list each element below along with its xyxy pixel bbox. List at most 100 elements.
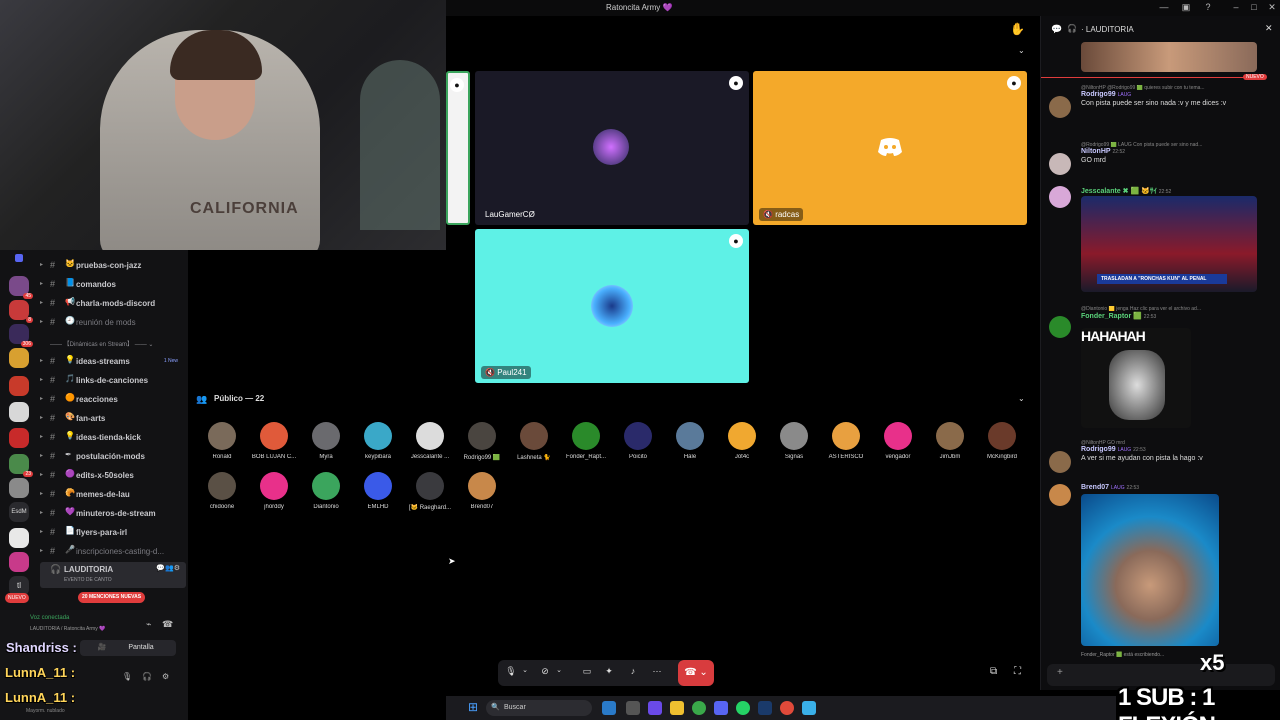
taskbar-app-icon[interactable] [780, 701, 794, 715]
category-label[interactable]: —— 【Dinámicas en Stream】 —— ⌄ [50, 339, 190, 348]
server-icon[interactable] [9, 402, 29, 422]
chat-image[interactable]: TRASLADAN A "RONCHAS KUN" AL PENAL [1081, 196, 1257, 292]
taskbar-app-icon[interactable] [626, 701, 640, 715]
channel-item[interactable]: ▸ # 🟠 reacciones [40, 392, 186, 408]
channel-item[interactable]: ▸ # 🥐 memes-de-lau [40, 487, 186, 503]
home-icon[interactable] [15, 254, 23, 262]
settings-icon[interactable]: ⚙ [162, 672, 169, 681]
audience-member[interactable]: jhorddy [248, 472, 300, 510]
window-minimize-button[interactable]: – [1230, 2, 1242, 14]
channel-item[interactable]: ▸ # 📘 comandos [40, 277, 186, 293]
chat-input[interactable]: + [1047, 664, 1275, 686]
server-icon[interactable] [9, 348, 29, 368]
chevron-down-icon[interactable]: ⌄ [518, 666, 532, 680]
mic-icon[interactable]: 🎙 [504, 666, 518, 680]
chevron-down-icon[interactable]: ⌄ [552, 666, 566, 680]
raise-hand-icon[interactable]: ✋ [1010, 22, 1025, 36]
chrome-icon[interactable] [692, 701, 706, 715]
camera-off-icon[interactable]: ⊘ [538, 666, 552, 680]
window-maximize-button[interactable]: □ [1248, 2, 1260, 14]
more-icon[interactable]: ⋯ [650, 666, 664, 680]
screen-share-icon[interactable]: ▭ [580, 666, 594, 680]
fullscreen-icon[interactable]: ⛶ [1014, 666, 1021, 677]
audience-member[interactable]: Hale [664, 422, 716, 460]
steam-icon[interactable] [758, 701, 772, 715]
collapse-audience-icon[interactable]: ⌄ [1018, 394, 1025, 403]
audience-member[interactable]: vengador [872, 422, 924, 460]
audience-member[interactable]: Signas [768, 422, 820, 460]
server-icon[interactable] [9, 428, 29, 448]
audience-member[interactable]: Rodrigo99 🟩 [456, 422, 508, 461]
mic-icon[interactable]: 🎙 [122, 672, 132, 681]
folder-icon[interactable] [670, 701, 684, 715]
activity-icon[interactable]: ✦ [602, 666, 616, 680]
audience-member[interactable]: Jesscalante ... [404, 422, 456, 460]
windows-start-icon[interactable]: ⊞ [468, 700, 478, 714]
server-icon[interactable]: 23 [9, 454, 33, 477]
channel-item[interactable]: ▸ # 📄 flyers-para-irl [40, 525, 186, 541]
add-icon[interactable]: + [1057, 667, 1063, 678]
taskbar-search[interactable]: 🔍 Buscar [486, 700, 592, 716]
audience-member[interactable]: [🐱 Raeghard... [404, 472, 456, 511]
audience-member[interactable]: Lashneta 🐈 [508, 422, 560, 461]
channel-item[interactable]: ▸ # 💜 minuteros-de-stream [40, 506, 186, 522]
audience-member[interactable]: EMLHD [352, 472, 404, 510]
channel-settings-icon[interactable]: 💬👥⚙ [156, 564, 180, 572]
whatsapp-icon[interactable] [736, 701, 750, 715]
audience-member[interactable]: chidoone [196, 472, 248, 510]
close-chat-icon[interactable]: ✕ [1265, 23, 1273, 34]
server-icon[interactable] [9, 478, 29, 498]
chevron-down-icon[interactable]: ⌄ [1018, 46, 1025, 55]
channel-item[interactable]: ▸ # 🎨 fan-arts [40, 411, 186, 427]
audience-member[interactable]: Brend07 [456, 472, 508, 510]
tile-options-icon[interactable]: ● [1007, 76, 1021, 90]
channel-item[interactable]: ▸ # 🎵 links-de-canciones [40, 373, 186, 389]
server-icon[interactable] [9, 552, 29, 572]
stage-tile[interactable]: ● 🔇 radcas [753, 71, 1027, 225]
server-icon[interactable]: 45 [9, 276, 33, 299]
taskbar-app-icon[interactable] [602, 701, 616, 715]
channel-item[interactable]: ▸ # 💡 ideas-tienda-kick [40, 430, 186, 446]
chat-image[interactable] [1081, 42, 1257, 72]
active-voice-channel[interactable]: 🎧 LAUDITORIA EVENTO DE CANTO 💬👥⚙ [40, 562, 186, 588]
channel-item[interactable]: ▸ # 📢 charla-mods-discord [40, 296, 186, 312]
server-icon[interactable] [9, 528, 29, 548]
stage-tile[interactable]: ● LauGamerCØ [475, 71, 749, 225]
audience-member[interactable]: Jot4c [716, 422, 768, 460]
channel-item[interactable]: ▸ # 🕘 reunión de mods [40, 315, 186, 331]
soundboard-icon[interactable]: ♪ [626, 666, 640, 680]
tile-options-icon[interactable]: ● [729, 76, 743, 90]
disconnect-icon[interactable]: ☎ [162, 619, 173, 630]
taskbar-app-icon[interactable] [648, 701, 662, 715]
hangup-button[interactable]: ☎ ⌄ [678, 660, 714, 686]
screen-icon[interactable]: ▣ [1180, 2, 1192, 14]
server-icon[interactable]: 8 [9, 300, 33, 323]
mentions-pill[interactable]: 20 MENCIONES NUEVAS [78, 592, 146, 603]
chat-image[interactable] [1081, 494, 1219, 646]
noise-suppression-icon[interactable]: ⌁ [146, 619, 151, 630]
minimize-icon[interactable]: — [1158, 2, 1170, 14]
tile-options-icon[interactable]: ● [729, 234, 743, 248]
screen-share-button[interactable]: Pantalla [106, 640, 176, 656]
channel-item[interactable]: ▸ # ✒ postulación-mods [40, 449, 186, 465]
audience-member[interactable]: McKingbird [976, 422, 1028, 460]
window-close-button[interactable]: ✕ [1266, 2, 1278, 14]
audience-member[interactable]: keypibara [352, 422, 404, 460]
tile-options-icon[interactable]: ● [450, 78, 464, 92]
channel-item[interactable]: ▸ # 🐱 pruebas-con-jazz [40, 258, 186, 274]
taskbar-app-icon[interactable] [802, 701, 816, 715]
help-icon[interactable]: ? [1202, 2, 1214, 14]
server-icon[interactable] [9, 376, 29, 396]
headphones-icon[interactable]: 🎧 [142, 672, 152, 681]
audience-member[interactable]: ASTERISCO [820, 422, 872, 460]
server-icon[interactable]: 306 [9, 324, 33, 347]
audience-member[interactable]: Poicito [612, 422, 664, 460]
popout-icon[interactable]: ⧉ [990, 666, 997, 677]
audience-member[interactable]: BOB LUJAN C... [248, 422, 300, 460]
stage-tile-partial[interactable]: ● [446, 71, 470, 225]
channel-item[interactable]: ▸ # 🟣 edits-x-50soles [40, 468, 186, 484]
channel-item[interactable]: ▸ # 🎤 inscripciones-casting-d... [40, 544, 186, 560]
chat-image[interactable]: HAHAHAH [1081, 328, 1191, 428]
server-icon[interactable]: EsdM [9, 502, 29, 522]
stage-tile[interactable]: ● 🔇 Paul241 [475, 229, 749, 383]
